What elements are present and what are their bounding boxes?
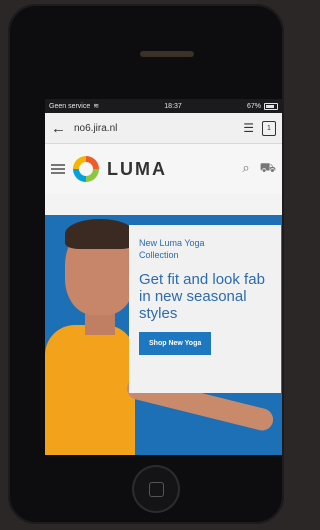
brand-name[interactable]: LUMA [107,159,167,180]
status-time: 18:37 [164,102,182,110]
promo-subtitle: New Luma Yoga Collection [139,238,205,260]
battery-percent: 67% [246,102,261,110]
luma-logo-icon[interactable] [73,156,99,182]
phone-screen: Geen service ≋ 18:37 67% ← no6.jira.nl ☰… [45,99,282,455]
promo-headline: Get fit and look fab in new seasonal sty… [139,271,265,322]
hero-model-top [45,325,135,455]
battery-icon [263,102,278,110]
tabs-icon[interactable]: 1 [262,120,276,136]
tab-count: 1 [267,124,271,132]
hero-promo-card: New Luma Yoga Collection Get fit and loo… [129,225,281,393]
status-bar: Geen service ≋ 18:37 67% [45,99,282,113]
wifi-icon: ≋ [93,103,100,110]
browser-url-bar: ← no6.jira.nl ☰ 1 [45,113,282,144]
back-arrow-icon[interactable]: ← [51,120,66,137]
url-field[interactable]: no6.jira.nl [74,123,235,134]
hero-model-hair [65,219,135,249]
earpiece-speaker [140,51,194,57]
phone-frame: Geen service ≋ 18:37 67% ← no6.jira.nl ☰… [8,4,284,524]
shop-new-yoga-button[interactable]: Shop New Yoga [139,332,212,355]
carrier-label: Geen service [49,102,91,110]
hamburger-menu-icon[interactable] [51,162,65,176]
site-header: LUMA ⌕ ⛟ [45,144,282,194]
menu-icon[interactable]: ☰ [243,121,254,135]
search-icon[interactable]: ⌕ [242,160,249,178]
hero-banner: New Luma Yoga Collection Get fit and loo… [45,215,282,455]
home-button[interactable] [132,465,180,513]
cart-icon[interactable]: ⛟ [260,160,276,178]
